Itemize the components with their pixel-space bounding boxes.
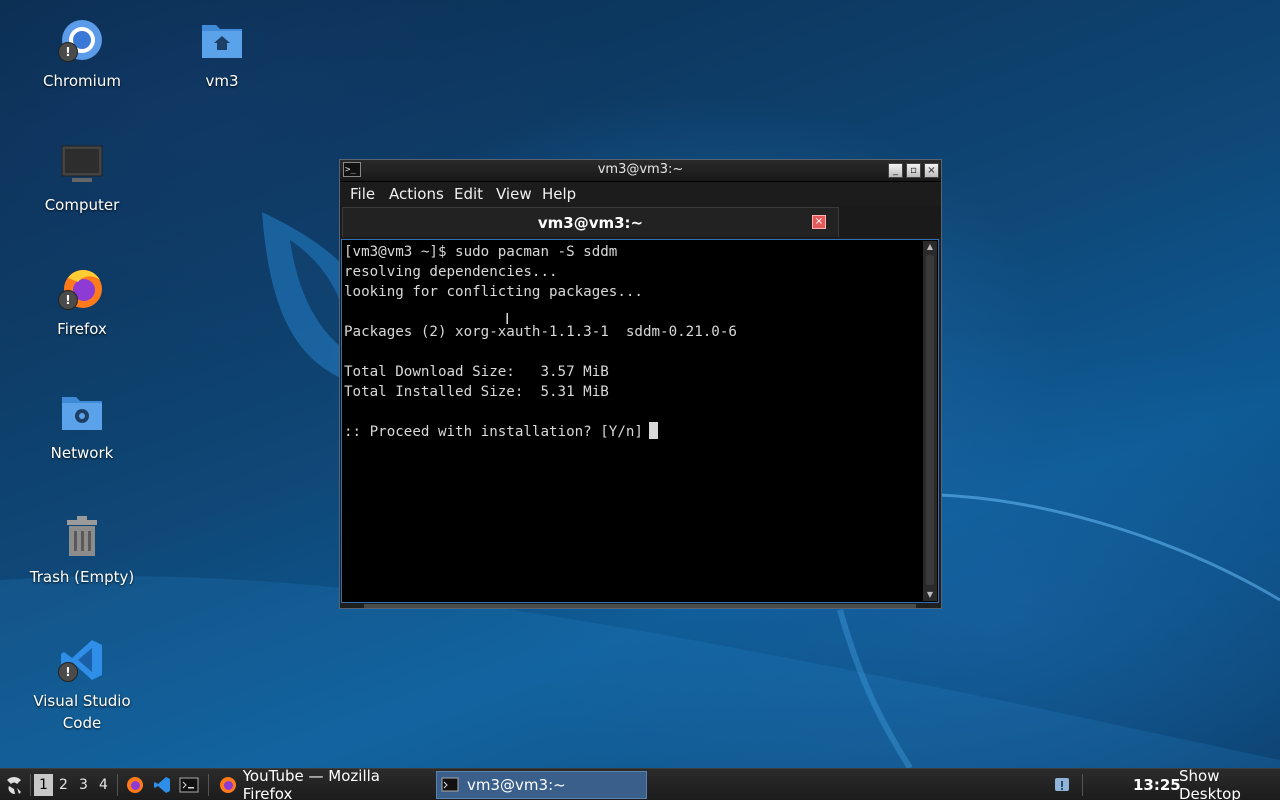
maximize-button[interactable]: ▫ [906,163,921,178]
desktop-icon-label: Computer [44,196,120,214]
terminal-line: looking for conflicting packages... [344,284,643,300]
terminal-icon [441,777,459,792]
window-titlebar[interactable]: >_ vm3@vm3:~ _ ▫ × [340,160,941,182]
workspace-1[interactable]: 1 [34,774,53,796]
clock[interactable]: 13:25 [1133,769,1181,800]
vscode-icon: ! [58,636,106,684]
vertical-scrollbar[interactable]: ▲ ▼ [923,241,937,601]
warning-badge: ! [58,662,78,682]
menu-edit[interactable]: Edit [454,185,483,203]
terminal-text: [vm3@vm3 ~]$ sudo pacman -S sddm resolvin… [344,242,737,442]
desktop-icon-label: vm3 [205,72,239,90]
close-button[interactable]: × [924,163,939,178]
task-label: vm3@vm3:~ [467,776,566,794]
terminal-line: Packages (2) xorg-xauth-1.1.3-1 sddm-0.2… [344,324,737,340]
separator [30,774,31,796]
scrollbar-thumb[interactable] [926,255,934,585]
firefox-icon: ! [58,264,106,312]
terminal-line: [vm3@vm3 ~]$ sudo pacman -S sddm [344,244,618,260]
desktop-icon-vscode[interactable]: ! Visual Studio Code [12,636,152,734]
trash-icon [58,512,106,560]
tab-label: vm3@vm3:~ [537,214,644,232]
notification-icon[interactable] [1052,769,1074,800]
separator [208,774,209,796]
computer-icon [58,140,106,188]
scroll-down-icon[interactable]: ▼ [923,589,937,601]
tab-bar: vm3@vm3:~ × [340,206,941,238]
desktop-icon-firefox[interactable]: ! Firefox [12,264,152,340]
horizontal-scrollbar[interactable] [364,604,916,608]
quicklaunch-vscode-icon[interactable] [152,769,174,800]
desktop-icon-label: Visual Studio Code [33,692,131,732]
task-label: YouTube — Mozilla Firefox [242,767,380,803]
menu-help[interactable]: Help [542,185,576,203]
tab-close-button[interactable]: × [812,215,826,229]
firefox-icon [220,777,236,793]
mouse-text-cursor-icon: I [505,310,510,328]
network-folder-icon [58,388,106,436]
separator [1082,774,1083,796]
desktop-icon-label: Chromium [43,72,121,90]
terminal-tab[interactable]: vm3@vm3:~ × [342,207,839,237]
desktop-icon-computer[interactable]: Computer [12,140,152,216]
warning-badge: ! [58,42,78,62]
desktop-icon-label: Firefox [57,320,107,338]
quicklaunch-firefox-icon[interactable] [125,769,147,800]
menu-actions[interactable]: Actions [389,185,444,203]
desktop-icon-label: Trash (Empty) [29,568,135,586]
desktop-icon-chromium[interactable]: ! Chromium [12,16,152,92]
lxqt-menu-icon[interactable] [3,769,27,800]
workspace-4[interactable]: 4 [94,774,113,796]
desktop-icon-network[interactable]: Network [12,388,152,464]
terminal-line: :: Proceed with installation? [Y/n] [344,422,737,442]
show-desktop-button[interactable]: Show Desktop [1179,767,1280,803]
chromium-icon: ! [58,16,106,64]
workspace-3[interactable]: 3 [74,774,93,796]
terminal-cursor [648,422,658,439]
desktop-icon-label: Network [50,444,114,462]
home-folder-icon [198,16,246,64]
desktop-icon-trash[interactable]: Trash (Empty) [12,512,152,588]
terminal-output[interactable]: [vm3@vm3 ~]$ sudo pacman -S sddm resolvin… [341,239,939,603]
task-terminal[interactable]: vm3@vm3:~ [436,771,647,799]
task-firefox[interactable]: YouTube — Mozilla Firefox [214,767,432,803]
desktop-icon-vm3[interactable]: vm3 [152,16,292,92]
separator [117,774,118,796]
menu-bar: File Actions Edit View Help [340,182,941,206]
terminal-window[interactable]: >_ vm3@vm3:~ _ ▫ × File Actions Edit Vie… [339,159,942,609]
terminal-line: Total Installed Size: 5.31 MiB [344,384,609,400]
warning-badge: ! [58,290,78,310]
workspace-2[interactable]: 2 [54,774,73,796]
terminal-line: resolving dependencies... [344,264,558,280]
menu-view[interactable]: View [496,185,532,203]
quicklaunch-terminal-icon[interactable] [179,769,201,800]
menu-file[interactable]: File [350,185,375,203]
terminal-line: Total Download Size: 3.57 MiB [344,364,609,380]
taskbar: 1 2 3 4 YouTube — Mozilla Firefox vm3@vm… [0,767,1280,803]
desktop: ! Chromium vm3 Computer ! Firefox Networ… [0,0,1280,768]
window-title: vm3@vm3:~ [597,162,684,177]
scroll-up-icon[interactable]: ▲ [923,241,937,253]
minimize-button[interactable]: _ [888,163,903,178]
